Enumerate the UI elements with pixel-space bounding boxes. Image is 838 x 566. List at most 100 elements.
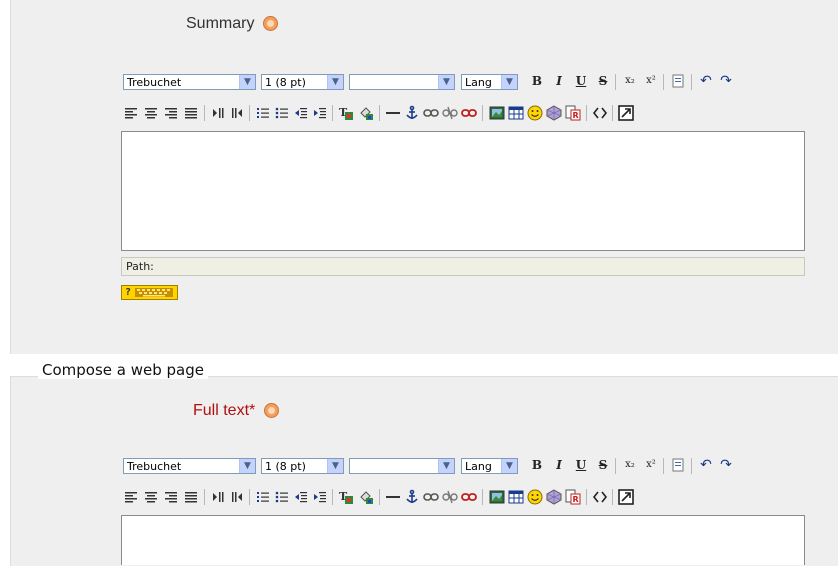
rtl-icon[interactable]: [229, 489, 245, 505]
undo-button[interactable]: ↶: [697, 456, 715, 474]
clean-word-icon[interactable]: [670, 457, 686, 473]
html-source-icon[interactable]: [592, 105, 608, 121]
horizontal-rule-icon[interactable]: [385, 105, 401, 121]
font-size-value: 1 (8 pt): [265, 460, 306, 473]
help-icon[interactable]: [263, 403, 279, 419]
italic-button[interactable]: I: [550, 456, 568, 474]
align-right-icon[interactable]: [163, 489, 179, 505]
toolbar-separator: [249, 105, 250, 121]
anchor-icon[interactable]: [404, 489, 420, 505]
font-size-select[interactable]: 1 (8 pt) ▼: [261, 458, 344, 474]
undo-button[interactable]: ↶: [697, 72, 715, 90]
toolbar-separator: [204, 105, 205, 121]
justify-icon[interactable]: [183, 489, 199, 505]
summary-editor-toolbar: Trebuchet ▼ 1 (8 pt) ▼ ▼ Lang ▼ B I U S x₂ …: [121, 72, 806, 131]
insert-table-icon[interactable]: [508, 489, 524, 505]
text-color-icon[interactable]: T: [338, 489, 354, 505]
anchor-icon[interactable]: [404, 105, 420, 121]
link-icon[interactable]: [423, 105, 439, 121]
align-left-icon[interactable]: [123, 105, 139, 121]
full-text-editor-area[interactable]: [121, 515, 805, 565]
font-size-select[interactable]: 1 (8 pt) ▼: [261, 74, 344, 90]
fullscreen-icon[interactable]: [618, 105, 634, 121]
ltr-icon[interactable]: [210, 489, 226, 505]
format-select[interactable]: ▼: [349, 74, 455, 90]
lang-select[interactable]: Lang ▼: [461, 458, 518, 474]
chevron-down-icon: ▼: [239, 459, 255, 473]
unlink-icon[interactable]: [442, 489, 458, 505]
link-icon[interactable]: [423, 489, 439, 505]
fullscreen-icon[interactable]: [618, 489, 634, 505]
smiley-icon[interactable]: [527, 489, 543, 505]
subscript-button[interactable]: x₂: [621, 72, 639, 90]
outdent-icon[interactable]: [293, 489, 309, 505]
font-family-select[interactable]: Trebuchet ▼: [123, 74, 256, 90]
nolink-icon[interactable]: [461, 105, 477, 121]
background-color-icon[interactable]: [358, 105, 374, 121]
ordered-list-icon[interactable]: [255, 105, 271, 121]
unordered-list-icon[interactable]: [274, 105, 290, 121]
toolbar-separator: [663, 458, 664, 474]
rtl-icon[interactable]: [229, 105, 245, 121]
insert-table-icon[interactable]: [508, 105, 524, 121]
toolbar-separator: [204, 489, 205, 505]
full-text-label: Full text*: [193, 402, 256, 419]
subscript-button[interactable]: x₂: [621, 456, 639, 474]
align-left-icon[interactable]: [123, 489, 139, 505]
toolbar-separator: [691, 458, 692, 474]
redo-button[interactable]: ↷: [717, 456, 735, 474]
indent-icon[interactable]: [312, 489, 328, 505]
svg-text:R: R: [573, 495, 579, 504]
editor-path-bar: Path:: [121, 257, 805, 276]
font-family-select[interactable]: Trebuchet ▼: [123, 458, 256, 474]
justify-icon[interactable]: [183, 105, 199, 121]
superscript-button[interactable]: x²: [642, 72, 660, 90]
bold-button[interactable]: B: [528, 456, 546, 474]
ltr-icon[interactable]: [210, 105, 226, 121]
italic-button[interactable]: I: [550, 72, 568, 90]
strikethrough-button[interactable]: S: [594, 72, 612, 90]
unlink-icon[interactable]: [442, 105, 458, 121]
smiley-icon[interactable]: [527, 105, 543, 121]
help-icon[interactable]: [262, 16, 278, 32]
toolbar-separator: [332, 489, 333, 505]
underline-button[interactable]: U: [572, 72, 590, 90]
text-color-icon[interactable]: T: [338, 105, 354, 121]
paste-word-icon[interactable]: R: [565, 105, 581, 121]
strikethrough-button[interactable]: S: [594, 456, 612, 474]
clean-word-icon[interactable]: [670, 73, 686, 89]
toolbar-separator: [663, 74, 664, 90]
keyboard-help-button[interactable]: ?: [121, 285, 178, 300]
toolbar-separator: [379, 105, 380, 121]
ordered-list-icon[interactable]: [255, 489, 271, 505]
toolbar-separator: [586, 489, 587, 505]
summary-label-row: Summary: [186, 15, 278, 33]
insert-character-icon[interactable]: [546, 105, 562, 121]
insert-image-icon[interactable]: [489, 489, 505, 505]
align-center-icon[interactable]: [143, 105, 159, 121]
unordered-list-icon[interactable]: [274, 489, 290, 505]
chevron-down-icon: ▼: [239, 75, 255, 89]
align-center-icon[interactable]: [143, 489, 159, 505]
lang-select[interactable]: Lang ▼: [461, 74, 518, 90]
insert-character-icon[interactable]: [546, 489, 562, 505]
toolbar-separator: [482, 105, 483, 121]
nolink-icon[interactable]: [461, 489, 477, 505]
indent-icon[interactable]: [312, 105, 328, 121]
underline-button[interactable]: U: [572, 456, 590, 474]
keyboard-help-label: ?: [125, 287, 132, 298]
outdent-icon[interactable]: [293, 105, 309, 121]
path-label: Path:: [126, 260, 154, 273]
redo-button[interactable]: ↷: [717, 72, 735, 90]
superscript-button[interactable]: x²: [642, 456, 660, 474]
align-right-icon[interactable]: [163, 105, 179, 121]
font-size-value: 1 (8 pt): [265, 76, 306, 89]
format-select[interactable]: ▼: [349, 458, 455, 474]
html-source-icon[interactable]: [592, 489, 608, 505]
bold-button[interactable]: B: [528, 72, 546, 90]
paste-word-icon[interactable]: R: [565, 489, 581, 505]
background-color-icon[interactable]: [358, 489, 374, 505]
summary-editor-area[interactable]: [121, 131, 805, 251]
insert-image-icon[interactable]: [489, 105, 505, 121]
horizontal-rule-icon[interactable]: [385, 489, 401, 505]
